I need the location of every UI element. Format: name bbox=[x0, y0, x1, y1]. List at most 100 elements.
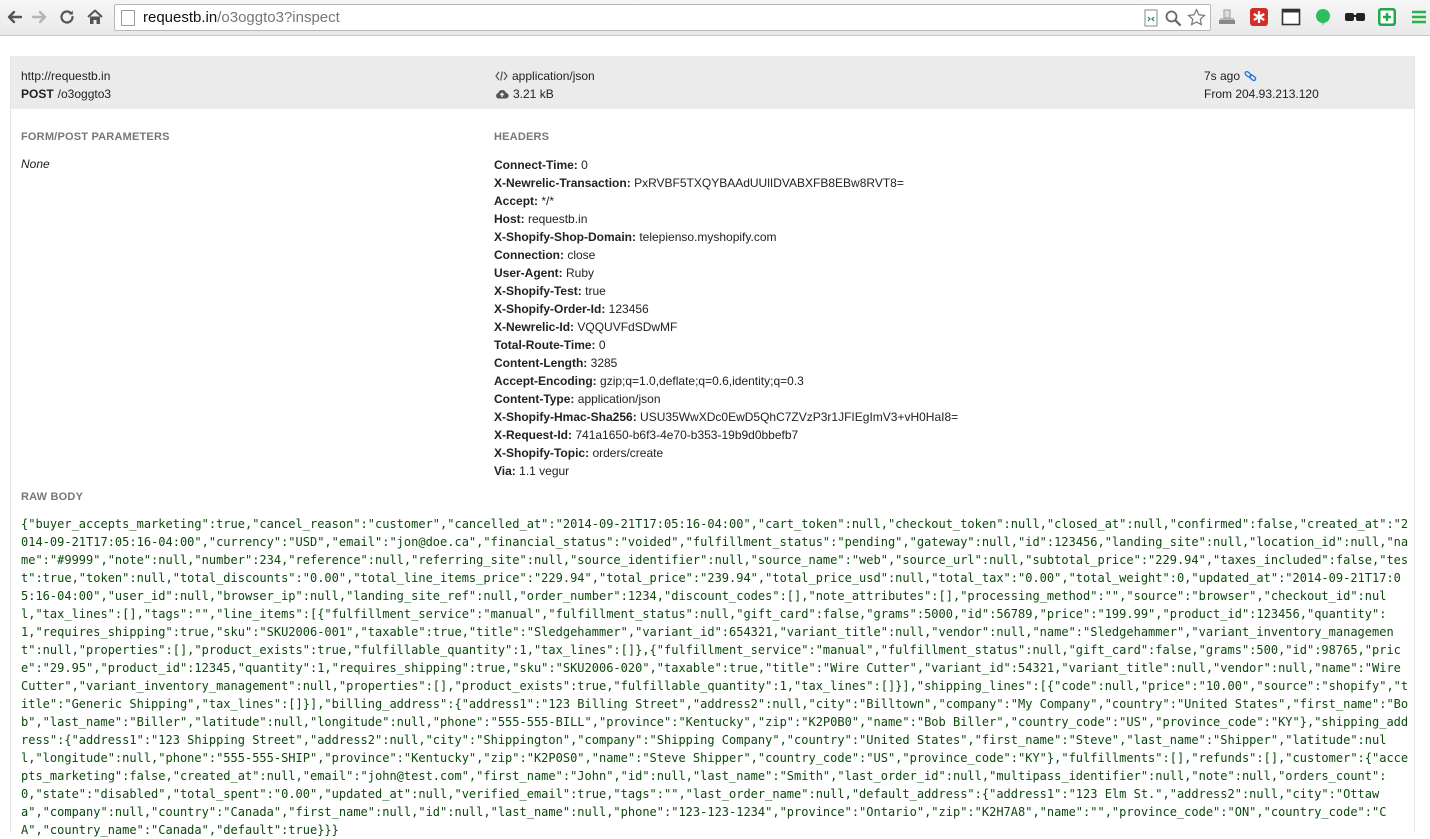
headers-title: HEADERS bbox=[494, 131, 550, 143]
header-key: X-Shopify-Order-Id: bbox=[494, 302, 606, 316]
request-summary: http://requestb.in POST /o3oggto3 applic… bbox=[11, 56, 1414, 109]
header-row: User-Agent: Ruby bbox=[494, 264, 958, 282]
header-row: Connection: close bbox=[494, 246, 958, 264]
size-row: 3.21 kB bbox=[495, 85, 595, 103]
extension-plus[interactable] bbox=[1376, 6, 1398, 28]
header-value: 0 bbox=[581, 158, 588, 172]
request-host: http://requestb.in bbox=[21, 69, 111, 83]
header-value: */* bbox=[541, 194, 555, 208]
header-value: 3285 bbox=[590, 356, 618, 370]
header-key: X-Request-Id: bbox=[494, 428, 572, 442]
header-row: X-Shopify-Topic: orders/create bbox=[494, 444, 958, 462]
header-value: VQQUVFdSDwMF bbox=[577, 320, 678, 334]
header-row: Total-Route-Time: 0 bbox=[494, 336, 958, 354]
header-key: X-Shopify-Topic: bbox=[494, 446, 590, 460]
header-value: 123456 bbox=[608, 302, 649, 316]
home-button[interactable] bbox=[84, 6, 106, 28]
header-key: X-Shopify-Shop-Domain: bbox=[494, 230, 636, 244]
extension-bar bbox=[1216, 6, 1430, 28]
header-row: Content-Type: application/json bbox=[494, 390, 958, 408]
header-value: Ruby bbox=[566, 266, 595, 280]
browser-toolbar: requestb.in/o3oggto3?inspect bbox=[0, 0, 1430, 36]
header-value: USU35WwXDc0EwD5QhC7ZVzP3r1JFIEgImV3+vH0H… bbox=[640, 410, 959, 424]
header-key: Connection: bbox=[494, 248, 564, 262]
extension-window[interactable] bbox=[1280, 6, 1302, 28]
raw-body: {"buyer_accepts_marketing":true,"cancel_… bbox=[21, 517, 1409, 837]
content-type: application/json bbox=[512, 69, 595, 83]
forward-button[interactable] bbox=[28, 6, 50, 28]
reload-icon bbox=[60, 10, 74, 24]
header-key: Connect-Time: bbox=[494, 158, 578, 172]
extension-lastpass[interactable] bbox=[1248, 6, 1270, 28]
header-value: true bbox=[585, 284, 606, 298]
header-row: Host: requestb.in bbox=[494, 210, 958, 228]
window-icon bbox=[1281, 8, 1301, 26]
lastpass-icon bbox=[1250, 8, 1268, 26]
header-value: PxRVBF5TXQYBAAdUUlIDVABXFB8EBw8RVT8= bbox=[634, 176, 904, 190]
search-button[interactable] bbox=[1164, 9, 1182, 27]
scale-icon bbox=[1219, 9, 1235, 24]
header-row: X-Newrelic-Transaction: PxRVBF5TXQYBAAdU… bbox=[494, 174, 958, 192]
header-row: X-Request-Id: 741a1650-b6f3-4e70-b353-19… bbox=[494, 426, 958, 444]
reload-button[interactable] bbox=[56, 6, 78, 28]
header-key: Content-Type: bbox=[494, 392, 575, 406]
header-value: close bbox=[567, 248, 596, 262]
header-row: Via: 1.1 vegur bbox=[494, 462, 958, 480]
extension-glasses[interactable] bbox=[1344, 6, 1366, 28]
menu-icon bbox=[1412, 10, 1426, 24]
header-row: Content-Length: 3285 bbox=[494, 354, 958, 372]
request-method: POST bbox=[21, 87, 54, 101]
glasses-icon bbox=[1345, 13, 1365, 21]
header-row: X-Shopify-Order-Id: 123456 bbox=[494, 300, 958, 318]
header-value: 0 bbox=[598, 338, 606, 352]
raw-body-title: RAW BODY bbox=[21, 491, 84, 503]
plus-square-icon bbox=[1378, 8, 1396, 26]
header-key: X-Newrelic-Transaction: bbox=[494, 176, 631, 190]
forward-icon bbox=[31, 10, 47, 24]
bookmark-button[interactable] bbox=[1187, 8, 1206, 27]
header-key: Accept: bbox=[494, 194, 539, 208]
header-value: telepienso.myshopify.com bbox=[639, 230, 777, 244]
link-icon[interactable] bbox=[1244, 70, 1257, 82]
header-row: X-Shopify-Shop-Domain: telepienso.myshop… bbox=[494, 228, 958, 246]
address-bar[interactable]: requestb.in/o3oggto3?inspect bbox=[114, 4, 1211, 31]
header-key: Total-Route-Time: bbox=[494, 338, 596, 352]
home-icon bbox=[87, 9, 103, 24]
header-row: X-Newrelic-Id: VQQUVFdSDwMF bbox=[494, 318, 958, 336]
summary-content: application/json 3.21 kB bbox=[495, 67, 595, 103]
browser-menu-button[interactable] bbox=[1408, 6, 1430, 28]
header-value: requestb.in bbox=[528, 212, 588, 226]
url-path: /o3oggto3?inspect bbox=[217, 9, 340, 26]
page-info-button[interactable] bbox=[1143, 9, 1159, 27]
header-key: X-Newrelic-Id: bbox=[494, 320, 575, 334]
header-row: X-Shopify-Test: true bbox=[494, 282, 958, 300]
header-key: X-Shopify-Hmac-Sha256: bbox=[494, 410, 637, 424]
summary-time: 7s ago From 204.93.213.120 bbox=[1204, 67, 1319, 103]
summary-endpoint: http://requestb.in POST /o3oggto3 bbox=[21, 67, 111, 103]
header-row: Accept: */* bbox=[494, 192, 958, 210]
source-ip: From 204.93.213.120 bbox=[1204, 87, 1319, 101]
back-button[interactable] bbox=[4, 6, 26, 28]
request-path: /o3oggto3 bbox=[57, 87, 112, 101]
evernote-icon bbox=[1316, 9, 1330, 26]
star-icon bbox=[1187, 8, 1206, 26]
time-ago: 7s ago bbox=[1204, 69, 1241, 83]
extension-evernote[interactable] bbox=[1312, 6, 1334, 28]
header-value: gzip;q=1.0,deflate;q=0.6,identity;q=0.3 bbox=[600, 374, 804, 388]
search-icon bbox=[1165, 10, 1182, 26]
header-value: application/json bbox=[577, 392, 661, 406]
form-params-title: FORM/POST PARAMETERS bbox=[21, 131, 170, 143]
url-host: requestb.in bbox=[143, 9, 218, 26]
code-icon bbox=[495, 71, 508, 81]
extension-scale[interactable] bbox=[1216, 6, 1238, 28]
header-key: Accept-Encoding: bbox=[494, 374, 597, 388]
headers-list: Connect-Time: 0 X-Newrelic-Transaction: P… bbox=[494, 156, 958, 480]
address-bar-actions bbox=[1143, 8, 1206, 27]
page-icon bbox=[121, 9, 135, 26]
header-key: Host: bbox=[494, 212, 525, 226]
header-row: X-Shopify-Hmac-Sha256: USU35WwXDc0EwD5Qh… bbox=[494, 408, 958, 426]
back-icon bbox=[7, 10, 23, 24]
header-value: orders/create bbox=[592, 446, 664, 460]
header-row: Connect-Time: 0 bbox=[494, 156, 958, 174]
request-inspector: http://requestb.in POST /o3oggto3 applic… bbox=[10, 56, 1415, 837]
